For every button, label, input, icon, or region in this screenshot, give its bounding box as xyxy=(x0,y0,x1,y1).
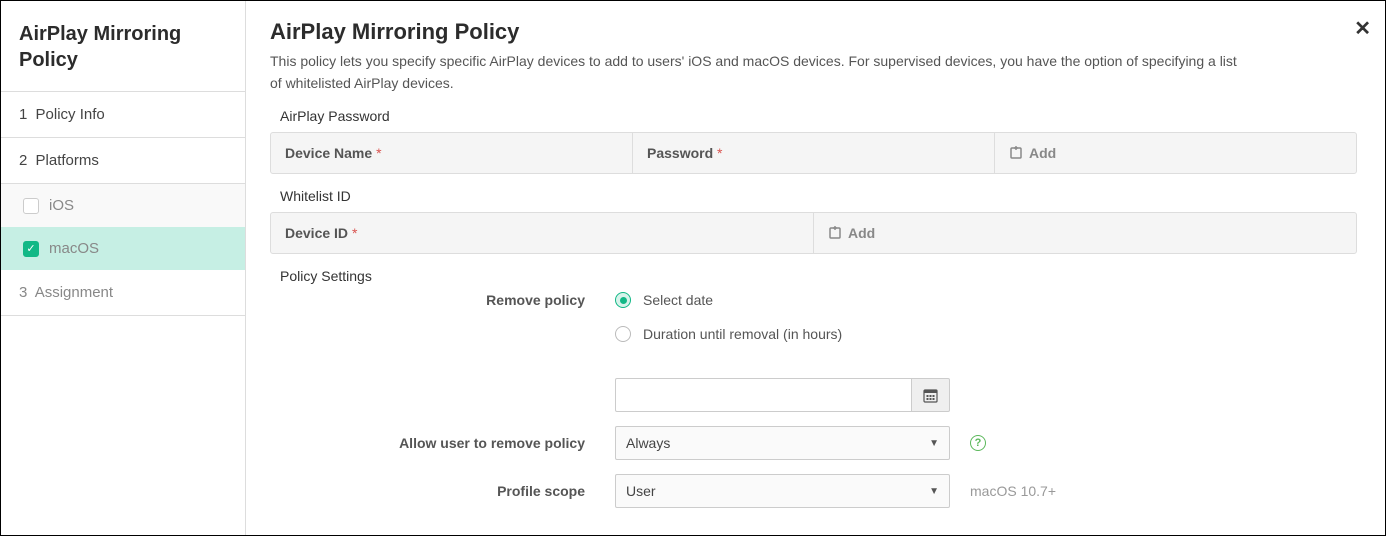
step-num-1: 1 xyxy=(19,106,27,123)
allow-remove-select[interactable]: Always ▼ xyxy=(615,426,950,460)
step-label-2: Platforms xyxy=(36,152,99,169)
step-policy-info[interactable]: 1 Policy Info xyxy=(1,92,245,138)
close-icon[interactable]: ✕ xyxy=(1354,19,1371,39)
col-device-id: Device ID * xyxy=(271,213,814,253)
col-device-id-label: Device ID xyxy=(285,225,348,241)
radio-select-date-row[interactable]: Select date xyxy=(615,292,950,308)
check-icon: ✓ xyxy=(26,242,35,255)
platform-ios[interactable]: iOS xyxy=(1,184,245,227)
col-password-label: Password xyxy=(647,145,713,161)
radio-select-date[interactable] xyxy=(615,292,631,308)
sidebar-title: AirPlay Mirroring Policy xyxy=(1,1,245,92)
platform-macos[interactable]: ✓ macOS xyxy=(1,227,245,270)
page-description: This policy lets you specify specific Ai… xyxy=(270,51,1250,94)
checkbox-macos[interactable]: ✓ xyxy=(23,241,39,257)
page-title: AirPlay Mirroring Policy xyxy=(270,19,1357,45)
chevron-down-icon: ▼ xyxy=(929,438,939,449)
main-panel: ✕ AirPlay Mirroring Policy This policy l… xyxy=(246,1,1385,535)
platform-macos-label: macOS xyxy=(49,240,99,257)
remove-policy-label: Remove policy xyxy=(270,292,615,308)
section-policy-settings: Policy Settings xyxy=(280,268,1357,284)
whitelist-table: Device ID * Add xyxy=(270,212,1357,254)
profile-scope-label: Profile scope xyxy=(270,483,615,499)
platform-ios-label: iOS xyxy=(49,197,74,214)
col-device-name: Device Name * xyxy=(271,133,633,173)
radio-duration-row[interactable]: Duration until removal (in hours) xyxy=(615,326,950,342)
profile-scope-hint: macOS 10.7+ xyxy=(970,483,1056,499)
calendar-button[interactable] xyxy=(912,378,950,412)
add-whitelist-button[interactable]: Add xyxy=(814,213,1356,253)
required-mark: * xyxy=(376,145,381,161)
sidebar: AirPlay Mirroring Policy 1 Policy Info 2… xyxy=(1,1,246,535)
allow-remove-label: Allow user to remove policy xyxy=(270,435,615,451)
help-icon[interactable]: ? xyxy=(970,435,986,451)
add-label: Add xyxy=(848,225,875,241)
step-platforms[interactable]: 2 Platforms xyxy=(1,138,245,184)
allow-remove-value: Always xyxy=(626,435,670,451)
step-num-3: 3 xyxy=(19,284,27,301)
add-airplay-password-button[interactable]: Add xyxy=(995,133,1356,173)
platform-substeps: iOS ✓ macOS xyxy=(1,184,245,270)
step-num-2: 2 xyxy=(19,152,27,169)
step-label-1: Policy Info xyxy=(36,106,105,123)
chevron-down-icon: ▼ xyxy=(929,486,939,497)
radio-duration-label: Duration until removal (in hours) xyxy=(643,326,842,342)
step-label-3: Assignment xyxy=(35,284,113,301)
section-whitelist: Whitelist ID xyxy=(280,188,1357,204)
profile-scope-value: User xyxy=(626,483,656,499)
radio-select-date-label: Select date xyxy=(643,292,713,308)
add-icon xyxy=(828,226,842,240)
date-input[interactable] xyxy=(615,378,912,412)
checkbox-ios[interactable] xyxy=(23,198,39,214)
required-mark: * xyxy=(717,145,722,161)
add-label: Add xyxy=(1029,145,1056,161)
calendar-icon xyxy=(923,388,938,403)
section-airplay-password: AirPlay Password xyxy=(280,108,1357,124)
add-icon xyxy=(1009,146,1023,160)
step-assignment[interactable]: 3 Assignment xyxy=(1,270,245,316)
profile-scope-select[interactable]: User ▼ xyxy=(615,474,950,508)
radio-duration[interactable] xyxy=(615,326,631,342)
col-device-name-label: Device Name xyxy=(285,145,372,161)
required-mark: * xyxy=(352,225,357,241)
airplay-password-table: Device Name * Password * Add xyxy=(270,132,1357,174)
col-password: Password * xyxy=(633,133,995,173)
